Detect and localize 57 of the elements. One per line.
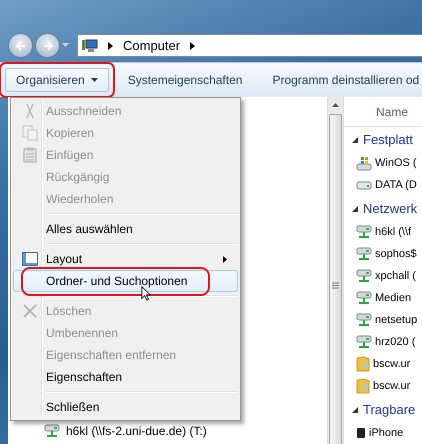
drive-label[interactable]: h6kl (\\fs-2.uni-due.de) (T:) — [66, 424, 207, 438]
system-drive-icon — [356, 156, 372, 170]
drive-label[interactable]: xpchall ( — [375, 270, 416, 282]
drive-label[interactable]: bscw.ur — [373, 358, 410, 370]
group-header[interactable]: Tragbare — [363, 402, 416, 417]
drive-label[interactable]: netsetup — [375, 314, 418, 326]
network-drive-icon — [356, 291, 372, 305]
folder-icon — [356, 356, 370, 372]
arrow-left-icon — [14, 40, 26, 52]
drive-label[interactable]: WinOS ( — [375, 157, 417, 169]
menu-item[interactable]: Layout — [13, 248, 238, 270]
network-drive-icon — [356, 313, 372, 327]
copy-icon — [22, 125, 38, 141]
forward-button[interactable] — [35, 33, 60, 58]
toolbar-button[interactable]: Systemeigenschaften — [116, 68, 254, 92]
breadcrumb[interactable]: Computer — [123, 38, 180, 53]
group-header[interactable]: Festplatt — [363, 132, 413, 147]
menu-item[interactable]: Schließen — [13, 396, 238, 418]
grip-icon — [332, 282, 339, 288]
organize-menu-button[interactable]: Organisieren — [5, 68, 109, 92]
network-drive-icon — [356, 335, 372, 349]
drive-label[interactable]: h6kl (\\f — [375, 226, 412, 238]
delete-icon — [23, 304, 37, 318]
network-drive-icon — [44, 424, 60, 438]
collapse-triangle-icon[interactable] — [352, 136, 358, 142]
clipboard-icon — [23, 147, 37, 163]
group-header[interactable]: Netzwerk — [363, 201, 418, 216]
address-bar[interactable]: Computer — [77, 34, 422, 57]
layout-icon — [22, 252, 38, 266]
drive-label[interactable]: hrz020 ( — [375, 336, 416, 348]
network-drive-icon — [356, 269, 372, 283]
submenu-arrow-icon — [223, 256, 227, 263]
scroll-up-arrow-icon[interactable] — [332, 103, 339, 107]
drive-label[interactable]: bscw.ur — [373, 380, 410, 392]
menu-item[interactable]: Eigenschaften — [13, 366, 238, 388]
column-header[interactable]: Name — [376, 104, 408, 118]
collapse-triangle-icon[interactable] — [352, 206, 358, 212]
drive-icon — [356, 179, 372, 191]
toolbar-button[interactable]: Programm deinstallieren od — [261, 68, 422, 92]
chevron-right-icon[interactable] — [108, 42, 113, 50]
drive-label[interactable]: iPhone — [369, 427, 404, 439]
folder-icon — [356, 378, 370, 394]
back-button[interactable] — [8, 33, 33, 58]
drive-label[interactable]: sophos$ — [375, 248, 417, 260]
computer-icon — [82, 38, 98, 52]
menu-item[interactable]: Ordner- und Suchoptionen — [13, 270, 238, 292]
chevron-right-icon[interactable] — [190, 42, 196, 50]
phone-icon — [356, 428, 366, 438]
scrollbar[interactable] — [327, 97, 344, 444]
caret-down-icon — [90, 78, 98, 82]
network-drive-icon — [356, 225, 372, 239]
drive-label[interactable]: Medien — [375, 292, 412, 304]
drive-label[interactable]: DATA (D — [375, 179, 417, 191]
menu-item[interactable]: Alles auswählen — [13, 218, 238, 240]
collapse-triangle-icon[interactable] — [352, 406, 358, 412]
network-drive-icon — [356, 247, 372, 261]
arrow-right-icon — [42, 40, 54, 52]
